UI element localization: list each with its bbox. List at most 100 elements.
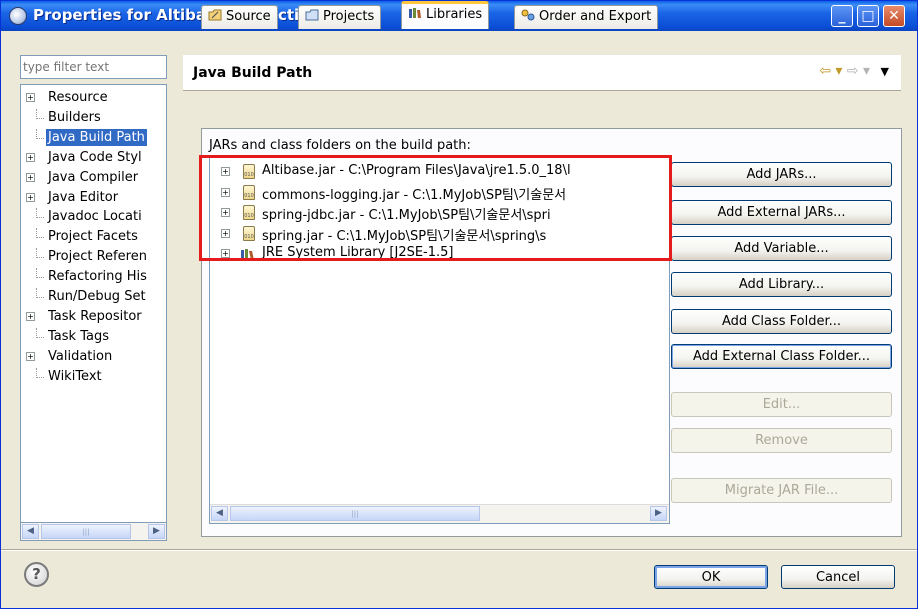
nav-item-label: WikiText bbox=[48, 368, 102, 384]
tree-connector bbox=[36, 228, 44, 239]
expand-icon[interactable]: + bbox=[221, 167, 230, 176]
expand-icon[interactable]: + bbox=[26, 93, 35, 102]
source-folder-icon bbox=[208, 9, 222, 21]
tab-order-and-export[interactable]: Order and Export bbox=[514, 5, 659, 29]
tab-libraries[interactable]: Libraries bbox=[401, 1, 490, 29]
nav-item-label: Resource bbox=[48, 90, 108, 105]
add-class-folder-button[interactable]: Add Class Folder... bbox=[671, 309, 892, 334]
tab-order-label: Order and Export bbox=[539, 9, 652, 24]
scrollbar-thumb[interactable]: ||| bbox=[230, 506, 480, 521]
jar-icon: 010 bbox=[243, 164, 255, 179]
maximize-button[interactable]: □ bbox=[857, 5, 879, 27]
add-variable-button[interactable]: Add Variable... bbox=[671, 236, 892, 261]
tree-connector bbox=[36, 367, 44, 378]
nav-item[interactable]: + Java Compiler bbox=[21, 169, 166, 187]
nav-item-label: Javadoc Locati bbox=[48, 209, 142, 225]
close-button[interactable]: ✕ bbox=[883, 5, 905, 27]
build-path-entry[interactable]: +010 commons-logging.jar - C:\1.MyJob\SP팀… bbox=[210, 183, 669, 203]
build-path-entry[interactable]: +010 spring-jdbc.jar - C:\1.MyJob\SP팀\기술문… bbox=[210, 203, 669, 223]
expand-icon[interactable]: + bbox=[26, 351, 35, 361]
tab-projects[interactable]: Projects bbox=[298, 5, 382, 29]
expand-icon[interactable]: + bbox=[221, 249, 230, 258]
filter-input[interactable] bbox=[20, 55, 167, 79]
property-page-tree: + Resource Builders Java Build Path + Java Co… bbox=[20, 84, 167, 522]
edit-button[interactable]: Edit... bbox=[671, 392, 892, 417]
nav-item[interactable]: Builders bbox=[21, 108, 166, 127]
build-path-entry[interactable]: + JRE System Library [J2SE-1.5] bbox=[210, 244, 669, 264]
expand-icon[interactable]: + bbox=[221, 228, 230, 238]
expand-icon[interactable]: + bbox=[221, 208, 230, 217]
nav-item-label: Refactoring His bbox=[48, 269, 147, 285]
back-arrow-icon[interactable]: ⇦ ▾ bbox=[819, 63, 842, 79]
nav-item[interactable]: + Task Repositor bbox=[21, 308, 166, 326]
expand-icon[interactable]: + bbox=[221, 187, 230, 197]
nav-item-label: Validation bbox=[48, 348, 113, 364]
nav-item[interactable]: Run/Debug Set bbox=[21, 288, 166, 306]
page-header: Java Build Path ⇦ ▾ ⇨ ▾ ▼ bbox=[183, 55, 901, 91]
nav-item-label: Project Facets bbox=[48, 229, 138, 245]
nav-item[interactable]: Project Referen bbox=[21, 248, 166, 266]
ok-button[interactable]: OK bbox=[654, 565, 768, 589]
scroll-left-icon[interactable]: ◀ bbox=[211, 506, 228, 521]
nav-item[interactable]: WikiText bbox=[21, 367, 166, 386]
cancel-button[interactable]: Cancel bbox=[781, 565, 895, 589]
nav-item[interactable]: Project Facets bbox=[21, 228, 166, 246]
scroll-right-icon[interactable]: ▶ bbox=[148, 524, 165, 539]
nav-item[interactable]: + Validation bbox=[21, 348, 166, 366]
nav-horizontal-scrollbar[interactable]: ◀ ||| ▶ bbox=[20, 522, 167, 541]
help-icon[interactable]: ? bbox=[24, 562, 49, 587]
expand-icon[interactable]: + bbox=[26, 311, 35, 321]
scrollbar-thumb[interactable]: ||| bbox=[41, 524, 131, 539]
footer-separator bbox=[1, 549, 917, 551]
scroll-right-icon[interactable]: ▶ bbox=[650, 506, 667, 521]
nav-item[interactable]: + Java Code Styl bbox=[21, 149, 166, 167]
nav-item[interactable]: + Java Editor bbox=[21, 189, 166, 207]
build-path-entry-label: JRE System Library [J2SE-1.5] bbox=[262, 245, 454, 260]
library-icon bbox=[240, 247, 256, 261]
build-tree-horizontal-scrollbar[interactable]: ◀ ||| ▶ bbox=[210, 504, 669, 523]
build-path-entry-label: spring-jdbc.jar - C:\1.MyJob\SP팀\기술문서\sp… bbox=[262, 208, 551, 223]
nav-item-label: Run/Debug Set bbox=[48, 289, 146, 304]
nav-item-label: Project Referen bbox=[48, 249, 147, 265]
add-external-jars-button[interactable]: Add External JARs... bbox=[671, 200, 892, 225]
forward-arrow-icon[interactable]: ⇨ ▾ bbox=[847, 63, 870, 79]
expand-icon[interactable]: + bbox=[26, 172, 35, 182]
nav-item[interactable]: Java Build Path bbox=[21, 128, 166, 147]
scroll-left-icon[interactable]: ◀ bbox=[22, 524, 39, 539]
nav-item-label: Java Build Path bbox=[46, 128, 147, 146]
migrate-jar-button[interactable]: Migrate JAR File... bbox=[671, 478, 892, 503]
tree-connector bbox=[36, 327, 44, 338]
nav-item[interactable]: Javadoc Locati bbox=[21, 208, 166, 226]
tree-connector bbox=[36, 108, 44, 119]
nav-item-label: Java Code Styl bbox=[48, 149, 142, 165]
build-path-entry[interactable]: +010 spring.jar - C:\1.MyJob\SP팀\기술문서\spr… bbox=[210, 224, 669, 244]
remove-button[interactable]: Remove bbox=[671, 428, 892, 453]
libraries-icon bbox=[408, 7, 422, 19]
page-title: Java Build Path bbox=[193, 65, 313, 81]
nav-item-label: Java Editor bbox=[48, 189, 119, 205]
jar-icon: 010 bbox=[243, 225, 255, 241]
nav-item[interactable]: Refactoring His bbox=[21, 268, 166, 286]
nav-item[interactable]: + Resource bbox=[21, 89, 166, 107]
expand-icon[interactable]: + bbox=[26, 152, 35, 162]
add-library-button[interactable]: Add Library... bbox=[671, 272, 892, 297]
tree-connector bbox=[36, 128, 44, 139]
nav-item-label: Task Repositor bbox=[48, 308, 142, 324]
build-path-label: JARs and class folders on the build path… bbox=[209, 138, 471, 153]
view-menu-icon[interactable]: ▼ bbox=[881, 65, 889, 78]
build-path-entry-label: spring.jar - C:\1.MyJob\SP팀\기술문서\spring\… bbox=[262, 228, 547, 244]
history-navigation: ⇦ ▾ ⇨ ▾ ▼ bbox=[819, 63, 889, 79]
tab-source[interactable]: Source bbox=[201, 5, 278, 29]
tree-connector bbox=[36, 208, 44, 219]
build-path-tree[interactable]: ◀ ||| ▶ +010 Altibase.jar - C:\Program Fi… bbox=[209, 157, 670, 524]
tab-libraries-label: Libraries bbox=[426, 7, 483, 22]
add-jars-button[interactable]: Add JARs... bbox=[671, 162, 892, 187]
nav-item[interactable]: Task Tags bbox=[21, 327, 166, 346]
add-external-class-folder-button[interactable]: Add External Class Folder... bbox=[671, 344, 892, 369]
minimize-button[interactable]: _ bbox=[831, 5, 853, 27]
tree-connector bbox=[36, 288, 44, 298]
build-path-entry[interactable]: +010 Altibase.jar - C:\Program Files\Java… bbox=[210, 162, 669, 182]
nav-item-label: Java Compiler bbox=[48, 169, 139, 185]
expand-icon[interactable]: + bbox=[26, 192, 35, 202]
jar-icon: 010 bbox=[243, 205, 255, 220]
